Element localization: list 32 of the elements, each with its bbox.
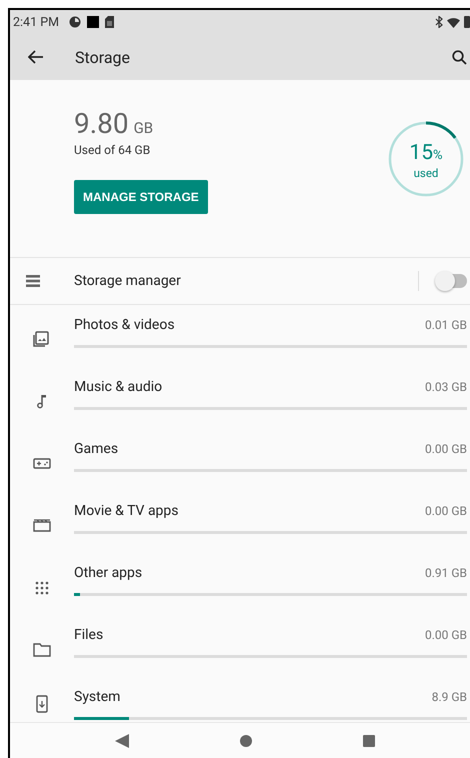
category-label: Music & audio [74,379,162,395]
category-row[interactable]: Movie & TV apps 0.00 GB [10,491,470,553]
category-size: 0.00 GB [424,504,467,518]
category-row[interactable]: Music & audio 0.03 GB [10,367,470,429]
screen-title: Storage [75,48,130,66]
category-row[interactable]: Photos & videos 0.01 GB [10,305,470,367]
category-row[interactable]: Games 0.00 GB [10,429,470,491]
percent-sign: % [433,148,443,163]
used-unit: GB [134,119,154,137]
category-label: Other apps [74,565,142,581]
category-size: 0.01 GB [424,318,467,332]
category-row[interactable]: Files 0.00 GB [10,615,470,677]
category-label: System [74,689,120,705]
category-size: 0.91 GB [424,566,467,580]
category-label: Files [74,627,104,643]
storage-manager-row[interactable]: Storage manager [10,258,470,305]
category-size: 0.03 GB [424,380,467,394]
category-label: Movie & TV apps [74,503,179,519]
category-row[interactable]: Other apps 0.91 GB [10,553,470,615]
category-size: 0.00 GB [424,442,467,456]
manage-storage-button[interactable]: MANAGE STORAGE [74,180,208,214]
storage-manager-label: Storage manager [74,273,181,289]
category-size: 8.9 GB [432,690,467,704]
category-size: 0.00 GB [424,628,467,642]
percent-value: 15 [409,141,434,165]
used-caption: Used of 64 GB [74,143,150,157]
category-row[interactable]: System 8.9 GB [10,677,470,722]
used-amount: 9.80 [74,107,129,140]
status-time: 2:41 PM [13,14,60,30]
category-label: Photos & videos [74,317,175,333]
category-label: Games [74,441,118,457]
percent-caption: used [414,166,438,180]
